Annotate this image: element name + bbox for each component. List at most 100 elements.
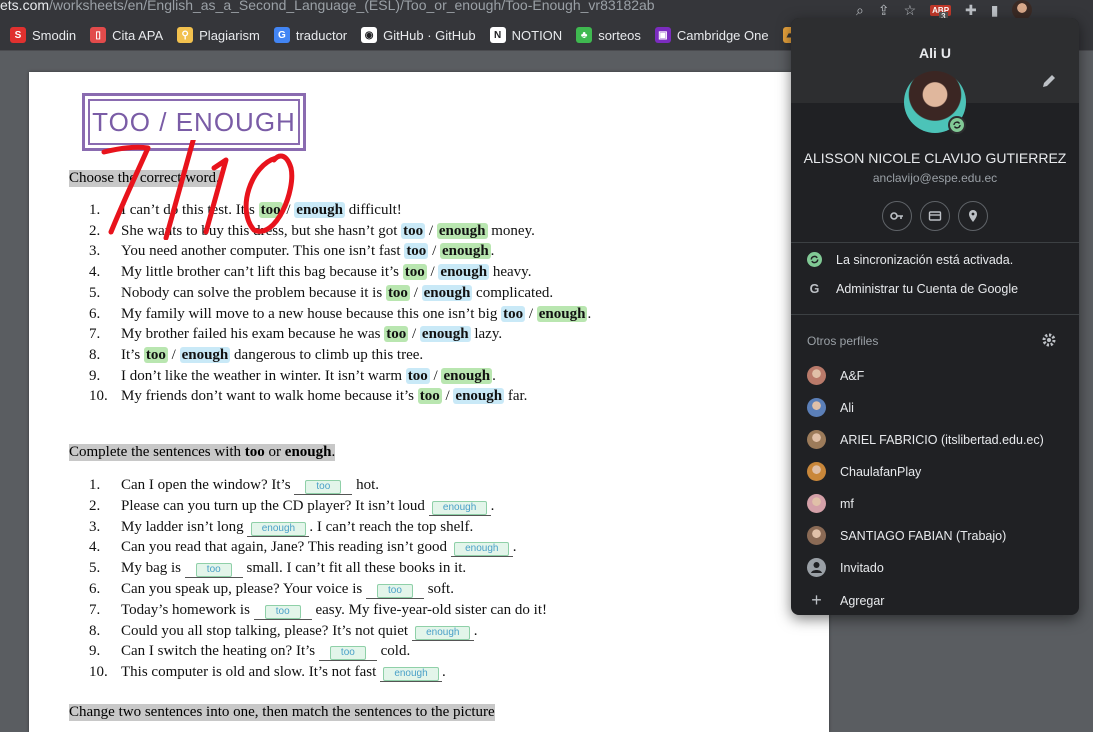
adblock-extension-icon[interactable]: ABP 3 [930,4,952,21]
payment-card-icon[interactable] [920,201,950,231]
row-text-after: difficult! [344,202,402,218]
option-enough[interactable]: enough [419,326,471,343]
answer-value: too [377,584,413,598]
other-profile-row[interactable]: SANTIAGO FABIAN (Trabajo) [807,526,1006,545]
answer-value: too [329,646,366,661]
account-email: anclavijo@espe.edu.ec [872,171,998,185]
row-text-after: dangerous to climb up this tree. [230,346,424,363]
row-text-before: My ladder isn’t long [121,518,248,535]
gear-icon[interactable] [1041,332,1057,348]
row-number: 10. [89,388,108,405]
option-separator: / [428,243,440,260]
complete-row: 2. Please can you turn up the CD player? … [89,498,494,516]
answer-blank[interactable]: too [294,480,353,495]
answer-value: enough [415,625,471,640]
choose-row: 10. My friends don’t want to walk home be… [89,388,527,405]
bookmark-item[interactable]: Gtraductor [273,27,347,43]
row-number: 1. [89,477,101,493]
other-profile-row[interactable]: A&F [807,366,864,385]
row-text-before: Could you all stop talking, please? It’s… [121,622,412,639]
bookmark-item[interactable]: ♣ sorteos [576,27,641,43]
row-text-after: . [512,539,517,556]
option-too[interactable]: too [384,326,409,343]
answer-blank[interactable]: enough [247,521,310,537]
row-text-after: far. [504,388,528,405]
zoom-icon[interactable]: ⌕ [856,2,864,19]
bookmark-label: Cita APA [112,27,164,43]
guest-profile-row[interactable]: Invitado [807,558,884,577]
bookmark-item[interactable]: ▣ Cambridge One [654,27,769,43]
row-text-after: . [492,367,496,384]
row-number: 3. [89,243,101,260]
bookmark-label: Cambridge One [676,27,769,43]
answer-blank[interactable]: too [318,646,377,662]
answer-blank[interactable]: enough [450,542,513,558]
addresses-location-icon[interactable] [958,201,988,231]
profile-avatar-button[interactable] [1012,0,1033,20]
option-too[interactable]: too [404,243,429,260]
answer-blank[interactable]: too [365,584,424,599]
star-icon[interactable]: ☆ [904,2,917,19]
sync-status-row[interactable]: La sincronización está activada. [807,252,1013,267]
row-text-before: Can you speak up, please? Your voice is [121,581,366,597]
bookmark-item[interactable]: S Smodin [10,27,76,43]
option-enough[interactable]: enough [179,346,231,363]
option-too[interactable]: too [402,264,427,281]
bookmark-label: GitHub · GitHub [383,27,476,43]
option-separator: / [429,367,442,384]
worksheet-title: TOO / ENOUGH [88,99,300,145]
profile-label: ChaulafanPlay [840,464,922,479]
option-too[interactable]: too [405,367,430,384]
extensions-puzzle-icon[interactable]: ✚ [965,2,977,19]
add-profile-row[interactable]: + Agregar [807,590,884,611]
option-too[interactable]: too [385,284,410,301]
option-separator: / [167,346,180,363]
option-too[interactable]: too [417,388,442,405]
sync-icon [807,252,822,267]
option-too[interactable]: too [143,346,168,363]
option-enough[interactable]: enough [441,367,493,384]
bookmark-favicon-icon: G [273,27,290,43]
share-icon[interactable]: ⇪ [878,2,890,19]
bookmark-item[interactable]: N NOTION [489,27,562,43]
answer-blank[interactable]: enough [411,625,474,641]
option-enough[interactable]: enough [536,305,588,322]
row-text-before: You need another computer. This one isn’… [121,243,405,260]
option-enough[interactable]: enough [438,264,490,281]
option-enough[interactable]: enough [453,388,505,405]
bookmark-item[interactable]: ⚲ Plagiarism [177,27,260,43]
answer-value: enough [431,500,488,515]
row-number: 10. [89,664,108,681]
side-panel-icon[interactable]: ▮ [991,2,999,19]
handwritten-score [101,140,295,240]
passwords-key-icon[interactable] [882,201,912,231]
option-too[interactable]: too [401,222,426,239]
address-bar[interactable]: ets.com/worksheets/en/English_as_a_Secon… [0,0,655,13]
answer-blank[interactable]: enough [428,500,491,516]
answer-blank[interactable]: too [184,563,243,579]
answer-blank[interactable]: too [253,604,312,620]
complete-row: 4. Can you read that again, Jane? This re… [89,539,517,558]
row-number: 9. [89,643,101,660]
choose-row: 9. I don’t like the weather in winter. It… [89,367,496,385]
row-text-before: My friends don’t want to walk home becau… [121,388,418,405]
add-label: Agregar [840,593,885,608]
option-enough[interactable]: enough [436,222,488,239]
edit-pencil-icon[interactable] [1041,73,1057,89]
other-profiles-heading: Otros perfiles [807,334,879,348]
option-enough[interactable]: enough [421,284,473,301]
row-text-before: My brother failed his exam because he wa… [121,326,385,343]
other-profile-row[interactable]: ARIEL FABRICIO (itslibertad.edu.ec) [807,430,1044,449]
other-profile-row[interactable]: ChaulafanPlay [807,462,921,481]
manage-account-row[interactable]: G Administrar tu Cuenta de Google [807,282,1018,296]
bookmark-item[interactable]: ◉ GitHub · GitHub [361,27,476,43]
option-too[interactable]: too [501,305,526,322]
other-profile-row[interactable]: mf [807,494,854,513]
option-enough[interactable]: enough [439,243,491,260]
other-profile-row[interactable]: Ali [807,398,854,417]
bookmark-item[interactable]: ▯ Cita APA [90,27,163,43]
answer-blank[interactable]: enough [380,667,442,683]
plus-icon: + [811,590,822,610]
toolbar-icons: ⌕ ⇪ ☆ ABP 3 ✚ ▮ [856,0,1033,21]
profile-avatar [807,398,826,417]
